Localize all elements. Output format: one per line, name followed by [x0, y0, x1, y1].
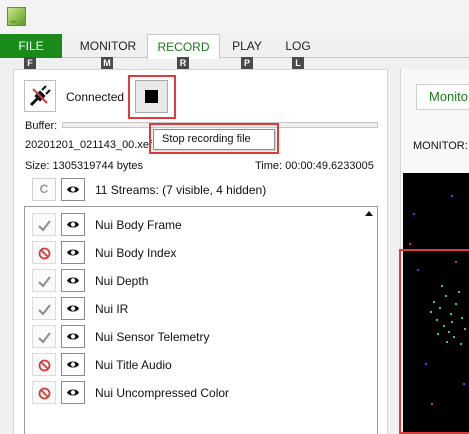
stream-body-frame-eye[interactable]	[61, 213, 85, 236]
blocked-icon	[38, 247, 51, 260]
stream-body-index-check[interactable]	[32, 241, 56, 264]
tab-file[interactable]: FILE	[0, 34, 62, 58]
stream-label: Nui IR	[95, 302, 129, 316]
streams-summary: 11 Streams: (7 visible, 4 hidden)	[95, 183, 267, 197]
title-bar: sTu	[0, 0, 469, 34]
stop-recording-button[interactable]	[135, 80, 168, 113]
eye-icon	[67, 389, 79, 396]
viewport-highlight	[399, 249, 469, 434]
eye-icon	[67, 361, 79, 368]
stream-title-audio-eye[interactable]	[61, 353, 85, 376]
check-icon	[38, 304, 51, 316]
eye-icon	[67, 305, 79, 312]
buffer-label: Buffer:	[25, 120, 58, 132]
kinect-studio-app-icon[interactable]: sTu	[7, 7, 26, 26]
tab-monitor[interactable]: MONITOR	[76, 34, 140, 58]
stream-title-audio-check[interactable]	[32, 353, 56, 376]
eye-icon	[67, 221, 79, 228]
stream-ir-eye[interactable]	[61, 297, 85, 320]
clear-selection-button[interactable]: C	[32, 178, 56, 201]
stream-label: Nui Title Audio	[95, 358, 172, 372]
app-icon-text: sTu	[10, 19, 17, 24]
stream-uncompressed-color-eye[interactable]	[61, 381, 85, 404]
check-icon	[38, 332, 51, 344]
file-size: Size: 1305319744 bytes	[25, 160, 144, 172]
recording-file-name: 20201201_021143_00.xef	[25, 139, 153, 151]
sort-arrow-icon[interactable]	[365, 211, 373, 216]
stream-label: Nui Sensor Telemetry	[95, 330, 210, 344]
stream-label: Nui Uncompressed Color	[95, 386, 230, 400]
menu-bar: FILE MONITOR RECORD PLAY LOG	[0, 34, 469, 59]
stream-label: Nui Depth	[95, 274, 149, 288]
stream-uncompressed-color-check[interactable]	[32, 381, 56, 404]
stream-ir-check[interactable]	[32, 297, 56, 320]
stream-depth-eye[interactable]	[61, 269, 85, 292]
stream-depth-check[interactable]	[32, 269, 56, 292]
check-icon	[38, 220, 51, 232]
eye-icon	[67, 249, 79, 256]
check-icon	[38, 276, 51, 288]
connection-status: Connected	[66, 90, 125, 104]
eye-icon	[67, 186, 79, 193]
eye-icon	[67, 277, 79, 284]
stream-label: Nui Body Index	[95, 246, 177, 260]
blocked-icon	[38, 387, 51, 400]
tab-log[interactable]: LOG	[280, 34, 316, 58]
tab-play[interactable]: PLAY	[226, 34, 268, 58]
connect-button[interactable]	[24, 80, 56, 112]
stream-label: Nui Body Frame	[95, 218, 182, 232]
plug-icon	[29, 85, 51, 107]
stream-body-frame-check[interactable]	[32, 213, 56, 236]
stop-recording-tooltip: Stop recording file	[153, 129, 275, 150]
blocked-icon	[38, 359, 51, 372]
monitor-button[interactable]: Monito	[416, 84, 469, 110]
stream-sensor-telemetry-check[interactable]	[32, 325, 56, 348]
stream-body-index-eye[interactable]	[61, 241, 85, 264]
tab-record[interactable]: RECORD	[147, 34, 220, 59]
toggle-all-visibility-button[interactable]	[61, 178, 85, 201]
stop-icon	[145, 90, 158, 103]
recording-time: Time: 00:00:49.6233005	[255, 160, 374, 172]
stream-sensor-telemetry-eye[interactable]	[61, 325, 85, 348]
eye-icon	[67, 333, 79, 340]
monitor-panel-label: MONITOR:	[413, 140, 468, 152]
